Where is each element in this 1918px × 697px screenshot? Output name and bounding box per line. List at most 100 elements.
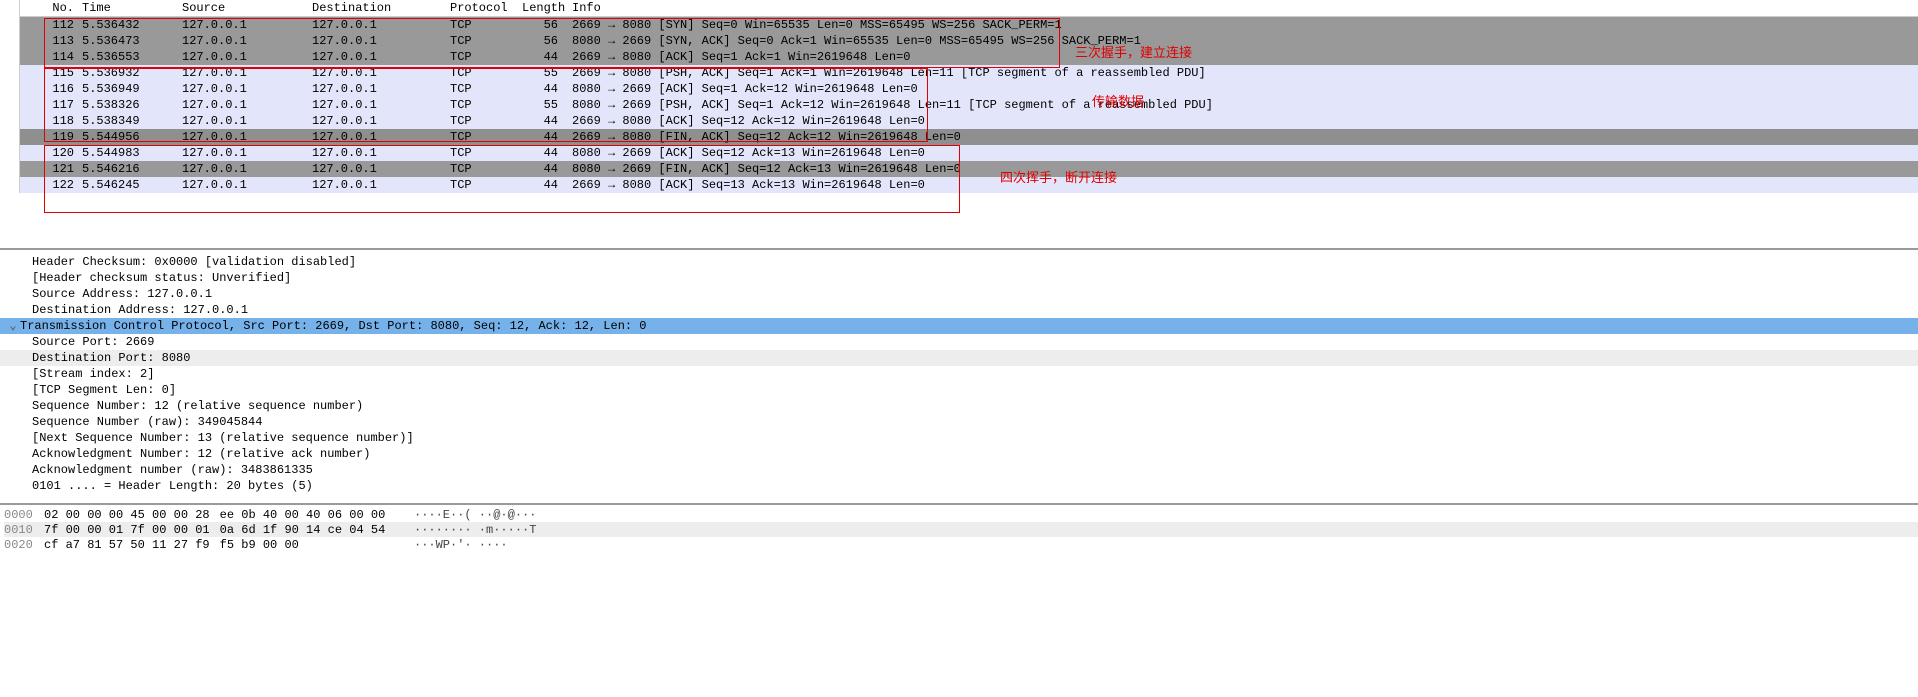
col-dst[interactable]: Destination	[308, 1, 446, 15]
packet-row[interactable]: 1135.536473127.0.0.1127.0.0.1TCP568080 →…	[20, 33, 1918, 49]
cell-info: 2669 → 8080 [ACK] Seq=1 Ack=1 Win=261964…	[562, 50, 1918, 64]
cell-len: 56	[518, 34, 562, 48]
cell-src: 127.0.0.1	[178, 114, 308, 128]
col-src[interactable]: Source	[178, 1, 308, 15]
hex-bytes: 7f 00 00 01 7f 00 00 010a 6d 1f 90 14 ce…	[44, 523, 414, 537]
cell-dst: 127.0.0.1	[308, 50, 446, 64]
detail-line[interactable]: Sequence Number: 12 (relative sequence n…	[0, 398, 1918, 414]
cell-len: 44	[518, 162, 562, 176]
hex-offset: 0010	[4, 523, 44, 537]
cell-src: 127.0.0.1	[178, 34, 308, 48]
expand-toggle-icon[interactable]: ⌄	[8, 318, 18, 334]
detail-text: [TCP Segment Len: 0]	[32, 383, 176, 397]
detail-text: [Header checksum status: Unverified]	[32, 271, 291, 285]
detail-text: [Next Sequence Number: 13 (relative sequ…	[32, 431, 414, 445]
cell-no: 113	[20, 34, 78, 48]
cell-proto: TCP	[446, 98, 518, 112]
detail-line[interactable]: Header Checksum: 0x0000 [validation disa…	[0, 254, 1918, 270]
packet-row[interactable]: 1175.538326127.0.0.1127.0.0.1TCP558080 →…	[20, 97, 1918, 113]
cell-src: 127.0.0.1	[178, 98, 308, 112]
hex-row[interactable]: 00107f 00 00 01 7f 00 00 010a 6d 1f 90 1…	[4, 522, 1918, 537]
hex-bytes: cf a7 81 57 50 11 27 f9f5 b9 00 00	[44, 538, 414, 552]
detail-line[interactable]: Destination Address: 127.0.0.1	[0, 302, 1918, 318]
detail-line[interactable]: Acknowledgment Number: 12 (relative ack …	[0, 446, 1918, 462]
detail-text: Source Address: 127.0.0.1	[32, 287, 212, 301]
cell-src: 127.0.0.1	[178, 162, 308, 176]
detail-line[interactable]: Destination Port: 8080	[0, 350, 1918, 366]
detail-line[interactable]: [TCP Segment Len: 0]	[0, 382, 1918, 398]
detail-text: Sequence Number (raw): 349045844	[32, 415, 262, 429]
cell-dst: 127.0.0.1	[308, 178, 446, 192]
cell-time: 5.538349	[78, 114, 178, 128]
col-proto[interactable]: Protocol	[446, 1, 518, 15]
detail-line[interactable]: Sequence Number (raw): 349045844	[0, 414, 1918, 430]
hex-row[interactable]: 0020cf a7 81 57 50 11 27 f9f5 b9 00 00··…	[4, 537, 1918, 552]
cell-src: 127.0.0.1	[178, 50, 308, 64]
cell-proto: TCP	[446, 162, 518, 176]
packet-row[interactable]: 1215.546216127.0.0.1127.0.0.1TCP448080 →…	[20, 161, 1918, 177]
col-time[interactable]: Time	[78, 1, 178, 15]
packet-details-pane[interactable]: Header Checksum: 0x0000 [validation disa…	[0, 248, 1918, 503]
hex-offset: 0000	[4, 508, 44, 522]
cell-info: 8080 → 2669 [SYN, ACK] Seq=0 Ack=1 Win=6…	[562, 34, 1918, 48]
packet-row[interactable]: 1205.544983127.0.0.1127.0.0.1TCP448080 →…	[20, 145, 1918, 161]
cell-proto: TCP	[446, 114, 518, 128]
detail-line[interactable]: Acknowledgment number (raw): 3483861335	[0, 462, 1918, 478]
cell-no: 121	[20, 162, 78, 176]
detail-text: Acknowledgment Number: 12 (relative ack …	[32, 447, 370, 461]
detail-text: Source Port: 2669	[32, 335, 154, 349]
detail-text: Header Checksum: 0x0000 [validation disa…	[32, 255, 356, 269]
detail-line[interactable]: [Stream index: 2]	[0, 366, 1918, 382]
detail-text: Acknowledgment number (raw): 3483861335	[32, 463, 313, 477]
col-len[interactable]: Length	[518, 1, 562, 15]
hex-row[interactable]: 000002 00 00 00 45 00 00 28ee 0b 40 00 4…	[4, 507, 1918, 522]
cell-len: 55	[518, 98, 562, 112]
cell-info: 2669 → 8080 [ACK] Seq=12 Ack=12 Win=2619…	[562, 114, 1918, 128]
hex-ascii: ···WP·'· ····	[414, 538, 508, 552]
hex-dump-pane[interactable]: 000002 00 00 00 45 00 00 28ee 0b 40 00 4…	[0, 503, 1918, 554]
cell-proto: TCP	[446, 66, 518, 80]
hex-bytes: 02 00 00 00 45 00 00 28ee 0b 40 00 40 06…	[44, 508, 414, 522]
cell-len: 44	[518, 50, 562, 64]
detail-line[interactable]: Source Port: 2669	[0, 334, 1918, 350]
cell-time: 5.544956	[78, 130, 178, 144]
packet-row[interactable]: 1125.536432127.0.0.1127.0.0.1TCP562669 →…	[20, 17, 1918, 33]
cell-info: 2669 → 8080 [SYN] Seq=0 Win=65535 Len=0 …	[562, 18, 1918, 32]
cell-dst: 127.0.0.1	[308, 34, 446, 48]
cell-dst: 127.0.0.1	[308, 98, 446, 112]
cell-time: 5.546216	[78, 162, 178, 176]
packet-row[interactable]: 1195.544956127.0.0.1127.0.0.1TCP442669 →…	[20, 129, 1918, 145]
packet-row[interactable]: 1165.536949127.0.0.1127.0.0.1TCP448080 →…	[20, 81, 1918, 97]
packet-list-header[interactable]: No. Time Source Destination Protocol Len…	[20, 0, 1918, 17]
hex-ascii: ········ ·m·····T	[414, 523, 536, 537]
packet-row[interactable]: 1145.536553127.0.0.1127.0.0.1TCP442669 →…	[20, 49, 1918, 65]
cell-dst: 127.0.0.1	[308, 162, 446, 176]
packet-row[interactable]: 1185.538349127.0.0.1127.0.0.1TCP442669 →…	[20, 113, 1918, 129]
cell-no: 112	[20, 18, 78, 32]
detail-line[interactable]: [Header checksum status: Unverified]	[0, 270, 1918, 286]
cell-no: 119	[20, 130, 78, 144]
cell-proto: TCP	[446, 130, 518, 144]
cell-proto: TCP	[446, 34, 518, 48]
packet-row[interactable]: 1155.536932127.0.0.1127.0.0.1TCP552669 →…	[20, 65, 1918, 81]
detail-text: Transmission Control Protocol, Src Port:…	[20, 319, 647, 333]
col-info[interactable]: Info	[562, 1, 1918, 15]
detail-text: [Stream index: 2]	[32, 367, 154, 381]
detail-line[interactable]: ⌄Transmission Control Protocol, Src Port…	[0, 318, 1918, 334]
packet-row[interactable]: 1225.546245127.0.0.1127.0.0.1TCP442669 →…	[20, 177, 1918, 193]
detail-line[interactable]: 0101 .... = Header Length: 20 bytes (5)	[0, 478, 1918, 494]
detail-line[interactable]: Source Address: 127.0.0.1	[0, 286, 1918, 302]
cell-len: 44	[518, 178, 562, 192]
packet-list[interactable]: 1125.536432127.0.0.1127.0.0.1TCP562669 →…	[20, 17, 1918, 193]
cell-info: 2669 → 8080 [PSH, ACK] Seq=1 Ack=1 Win=2…	[562, 66, 1918, 80]
detail-line[interactable]: [Next Sequence Number: 13 (relative sequ…	[0, 430, 1918, 446]
cell-proto: TCP	[446, 18, 518, 32]
cell-no: 122	[20, 178, 78, 192]
hex-offset: 0020	[4, 538, 44, 552]
cell-len: 44	[518, 114, 562, 128]
cell-info: 8080 → 2669 [PSH, ACK] Seq=1 Ack=12 Win=…	[562, 98, 1918, 112]
cell-src: 127.0.0.1	[178, 178, 308, 192]
cell-no: 116	[20, 82, 78, 96]
col-no[interactable]: No.	[20, 1, 78, 15]
packet-list-gutter	[0, 0, 20, 193]
